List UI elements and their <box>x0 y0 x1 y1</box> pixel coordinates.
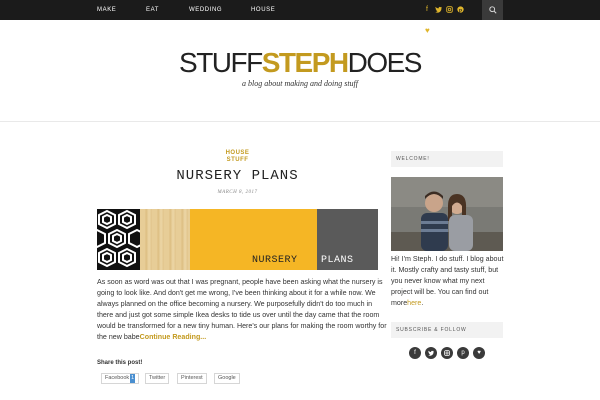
image-title-nursery: NURSERY <box>252 255 298 266</box>
post-featured-image[interactable]: NURSERY PLANS <box>97 209 378 270</box>
bio-here-link[interactable]: here <box>407 299 421 307</box>
instagram-icon[interactable] <box>441 347 453 359</box>
post-categories: HOUSE STUFF <box>97 150 378 164</box>
pinterest-icon[interactable]: p <box>455 0 465 20</box>
twitter-icon[interactable] <box>425 347 437 359</box>
continue-reading-link[interactable]: Continue Reading... <box>140 333 207 341</box>
wood-texture-panel <box>140 209 190 270</box>
site-logo[interactable]: STUFFSTEPHDOES <box>0 47 600 79</box>
pinterest-icon[interactable]: p <box>457 347 469 359</box>
bloglovin-heart-icon[interactable]: ♥ <box>473 347 485 359</box>
welcome-widget-title: WELCOME! <box>391 151 503 167</box>
top-navigation-bar: MAKE EAT WEDDING HOUSE f p <box>0 0 600 20</box>
author-photo <box>391 177 503 251</box>
heart-icon: ♥ <box>425 26 430 35</box>
search-icon <box>488 6 497 14</box>
logo-stuff: STUFF <box>179 47 263 78</box>
share-facebook-label: Facebook <box>105 375 130 381</box>
post-date: MARCH 8, 2017 <box>217 190 258 195</box>
facebook-icon[interactable]: f <box>409 347 421 359</box>
nav-link-house[interactable]: HOUSE <box>251 0 275 20</box>
category-link-stuff[interactable]: STUFF <box>97 157 378 164</box>
follow-widget-title: SUBSCRIBE & FOLLOW <box>391 322 503 338</box>
author-bio-end: . <box>421 299 424 307</box>
svg-text:p: p <box>459 8 462 13</box>
post-excerpt-text: As soon as word was out that I was pregn… <box>97 278 387 341</box>
category-link-house[interactable]: HOUSE <box>97 150 378 157</box>
header-divider <box>0 121 600 122</box>
share-label: Share this post! <box>97 360 143 366</box>
twitter-icon[interactable] <box>433 0 443 20</box>
logo-does: DOES <box>347 47 423 78</box>
nav-link-make[interactable]: MAKE <box>97 0 116 20</box>
search-button[interactable] <box>482 0 503 20</box>
author-bio: Hi! I'm Steph. I do stuff. I blog about … <box>391 254 507 309</box>
share-facebook-button[interactable]: Facebook 1 <box>101 373 140 384</box>
image-title-plans: PLANS <box>321 255 354 266</box>
site-tagline: a blog about making and doing stuff <box>242 79 358 88</box>
share-twitter-button[interactable]: Twitter <box>145 373 170 384</box>
nav-link-eat[interactable]: EAT <box>146 0 159 20</box>
post-excerpt: As soon as word was out that I was pregn… <box>97 277 387 343</box>
facebook-share-count: 1 <box>130 374 136 383</box>
instagram-icon[interactable] <box>444 0 454 20</box>
facebook-icon[interactable]: f <box>422 0 432 20</box>
post-title[interactable]: NURSERY PLANS <box>97 168 378 184</box>
geometric-pattern-panel <box>97 209 146 270</box>
nav-link-wedding[interactable]: WEDDING <box>189 0 222 20</box>
share-pinterest-button[interactable]: Pinterest <box>177 373 207 384</box>
logo-steph: STEPH <box>261 47 349 78</box>
share-google-button[interactable]: Google <box>214 373 240 384</box>
